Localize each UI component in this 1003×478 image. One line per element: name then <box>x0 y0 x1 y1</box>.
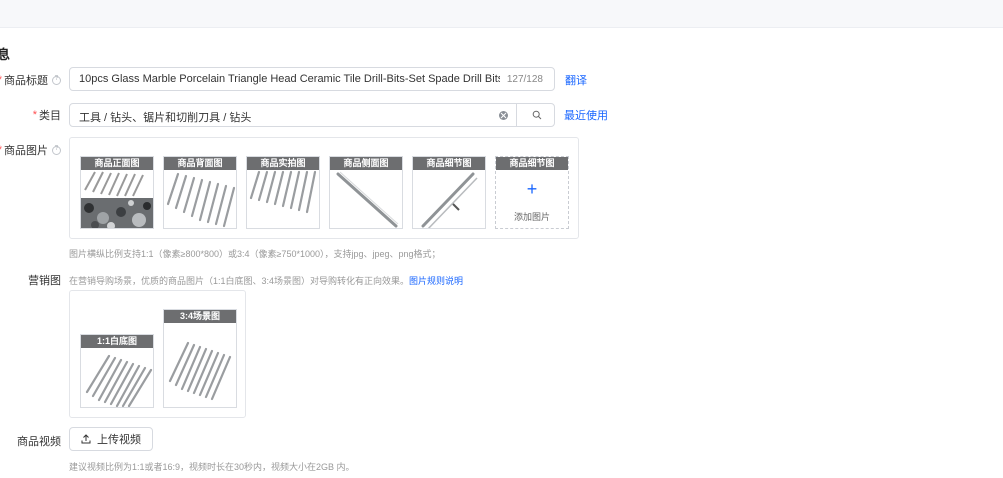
add-image-label: 添加图片 <box>513 212 550 222</box>
title-label: * 商品标题 <box>0 72 61 88</box>
image-slot-caption: 商品实拍图 <box>247 157 319 170</box>
image-slot-back[interactable]: 商品背面图 <box>163 156 237 229</box>
marketing-images-panel: 1:1白底图 3:4场景图 <box>69 290 246 418</box>
video-label-text: 商品视频 <box>17 436 61 448</box>
image-slot-caption: 3:4场景图 <box>164 310 236 323</box>
images-label-text: 商品图片 <box>4 145 48 157</box>
image-rules-link[interactable]: 图片规则说明 <box>409 276 463 286</box>
add-image-slot[interactable]: 商品细节图 + 添加图片 <box>495 156 569 229</box>
product-title-input[interactable]: 10pcs Glass Marble Porcelain Triangle He… <box>69 67 555 91</box>
image-slot-front[interactable]: 商品正面图 <box>80 156 154 229</box>
product-photo <box>81 170 153 228</box>
category-label: * 类目 <box>33 107 61 123</box>
title-char-counter: 127/128 <box>506 74 543 85</box>
plus-icon: + <box>526 179 538 199</box>
image-slot-caption: 商品细节图 <box>496 157 568 170</box>
image-slot-caption: 1:1白底图 <box>81 335 153 348</box>
images-format-hint: 图片横纵比例支持1:1（像素≥800*800）或3:4（像素≥750*1000）… <box>69 249 441 259</box>
upload-video-label[interactable]: 上传视频 <box>97 431 141 447</box>
video-hint: 建议视频比例为1:1或者16:9，视频时长在30秒内，视频大小在2GB 内。 <box>69 462 355 472</box>
product-photo <box>168 341 232 401</box>
image-slot-caption: 商品背面图 <box>164 157 236 170</box>
images-label: * 商品图片 <box>0 142 61 158</box>
product-photo <box>85 354 153 407</box>
image-slot-caption: 商品侧面图 <box>330 157 402 170</box>
upload-icon <box>81 434 91 444</box>
product-photo <box>421 172 478 228</box>
help-icon[interactable] <box>52 75 61 85</box>
category-label-text: 类目 <box>39 110 61 122</box>
title-label-text: 商品标题 <box>4 75 48 87</box>
video-label: 商品视频 <box>17 433 61 449</box>
required-mark: * <box>0 144 2 156</box>
category-select[interactable]: 工具 / 钻头、锯片和切削刀具 / 钻头 <box>69 103 555 127</box>
image-slot-caption: 商品正面图 <box>81 157 153 170</box>
product-photo <box>336 171 399 228</box>
search-icon <box>532 110 541 120</box>
marketing-hint-text: 在营销导购场景，优质的商品图片（1:1白底图、3:4场景图）对导购转化有正向效果… <box>69 276 410 286</box>
required-mark: * <box>32 109 37 121</box>
product-photo <box>249 170 317 214</box>
product-photo <box>166 172 236 228</box>
recent-used-link[interactable]: 最近使用 <box>564 107 608 123</box>
image-slot-detail[interactable]: 商品细节图 <box>412 156 486 229</box>
product-title-value[interactable]: 10pcs Glass Marble Porcelain Triangle He… <box>79 73 500 85</box>
marketing-slot-scene[interactable]: 3:4场景图 <box>163 309 237 408</box>
top-bar <box>0 0 1003 28</box>
marketing-slot-white-bg[interactable]: 1:1白底图 <box>80 334 154 408</box>
clear-icon[interactable] <box>499 111 508 120</box>
translate-link[interactable]: 翻译 <box>565 72 587 88</box>
image-slot-real-shot[interactable]: 商品实拍图 <box>246 156 320 229</box>
category-value[interactable]: 工具 / 钻头、锯片和切削刀具 / 钻头 <box>79 109 251 125</box>
help-icon[interactable] <box>52 145 61 155</box>
section-title: 息 <box>0 47 11 62</box>
marketing-hint: 在营销导购场景，优质的商品图片（1:1白底图、3:4场景图）对导购转化有正向效果… <box>69 274 463 287</box>
image-slot-caption: 商品细节图 <box>413 157 485 170</box>
product-images-panel: 商品正面图 商品背面图 商品实拍图 商品侧面图 商品细节图 商品细节图 + 添加… <box>69 137 579 239</box>
marketing-label-text: 营销图 <box>28 275 61 287</box>
image-slot-side[interactable]: 商品侧面图 <box>329 156 403 229</box>
upload-video-button[interactable]: 上传视频 <box>69 427 153 451</box>
required-mark: * <box>0 74 2 86</box>
category-search-button[interactable] <box>516 103 556 127</box>
marketing-label: 营销图 <box>28 272 61 288</box>
